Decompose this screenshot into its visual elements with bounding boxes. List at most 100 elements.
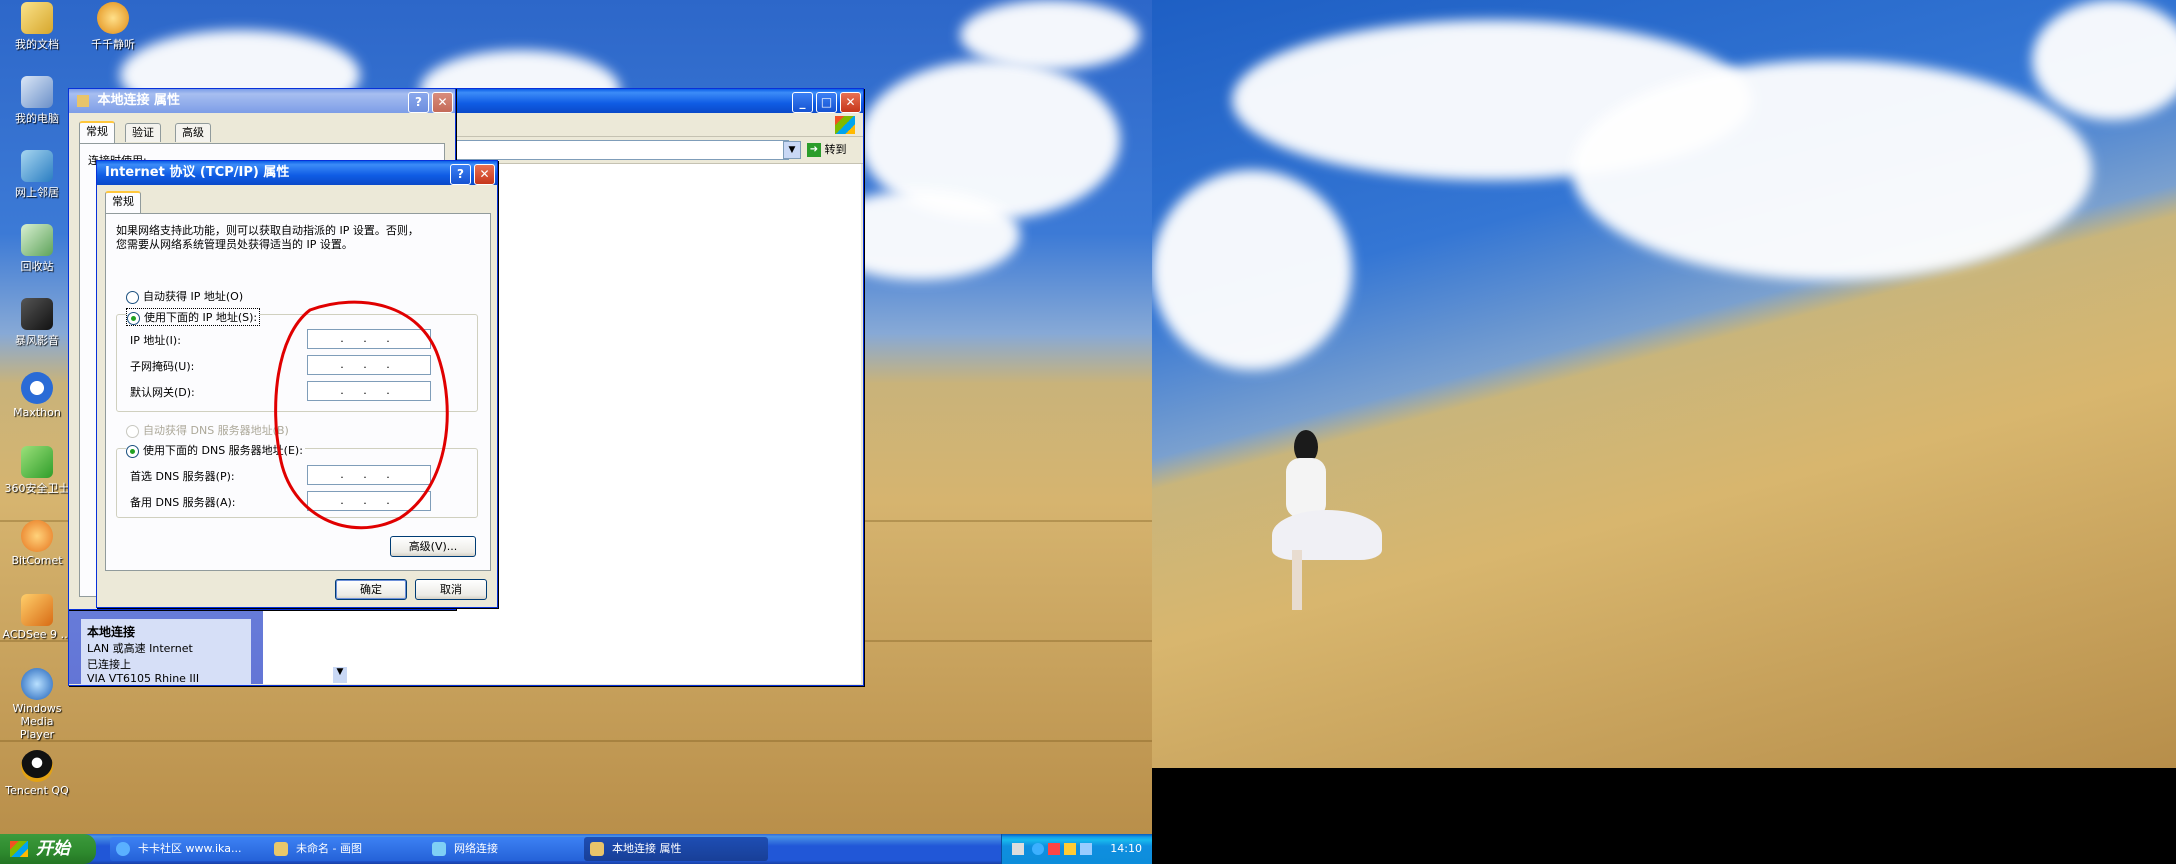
windows-logo-icon [10,841,28,857]
tcpip-title: Internet 协议 (TCP/IP) 属性 [105,165,290,180]
qq-icon [21,750,53,782]
arrow-right-icon: ➜ [807,143,821,157]
desktop-icon-my-computer[interactable]: 我的电脑 [2,76,72,126]
details-section: 本地连接 LAN 或高速 Internet 已连接上 VIA VT6105 Rh… [81,619,251,685]
tab-label: 验证 [132,126,154,139]
ok-button[interactable]: 确定 [335,579,407,600]
auto-dns-label: 自动获得 DNS 服务器地址(B) [143,424,289,437]
clock[interactable]: 14:10 [1110,834,1142,864]
taskbar-item-label: 本地连接 属性 [612,842,682,855]
tab-label: 高级 [182,126,204,139]
help-button[interactable]: ? [450,164,471,185]
desktop-icon-acdsee[interactable]: ACDSee 9 … [2,594,72,641]
details-line: 已连接上 [87,658,131,671]
red-annotation-ellipse [274,300,449,530]
desktop-icon-wmp[interactable]: Windows Media Player [2,668,72,741]
tab-label: 常规 [86,125,108,138]
folder-icon [21,2,53,34]
desktop-icon-label: 我的电脑 [15,112,59,125]
recycle-bin-icon [21,224,53,256]
taskbar: 开始 卡卡社区 www.ika... 未命名 - 画图 网络连接 本地连接 属性… [0,834,1152,864]
network-icon [590,842,604,856]
taskbar-item-label: 网络连接 [454,842,498,855]
image-viewer-icon [21,594,53,626]
auto-ip-radio[interactable]: 自动获得 IP 地址(O) [126,288,243,304]
details-line: LAN 或高速 Internet [87,642,193,655]
ime-icon[interactable] [1032,843,1044,855]
properties-tabs: 常规 验证 高级 [79,121,445,145]
cloud [960,0,1140,70]
cancel-button[interactable]: 取消 [415,579,487,600]
wmp-icon [21,668,53,700]
desktop-icon-my-documents[interactable]: 我的文档 [2,2,72,52]
security-icon[interactable] [1048,843,1060,855]
subnet-mask-label: 子网掩码(U): [130,360,195,373]
manual-ip-radio[interactable]: 使用下面的 IP 地址(S): [126,308,261,326]
desktop-icon-label: 我的文档 [15,38,59,51]
desktop-icon-label: Windows Media Player [12,702,62,741]
computer-icon [21,76,53,108]
cloud [1152,170,1352,370]
second-monitor-wallpaper [1152,0,2176,768]
shield-icon [21,446,53,478]
properties-titlebar[interactable]: 本地连接 属性 ? ✕ [69,89,455,113]
media-player-icon [21,298,53,330]
network-icon [21,150,53,182]
close-button[interactable]: ✕ [432,92,453,113]
close-button[interactable]: ✕ [840,92,861,113]
scroll-down-icon[interactable]: ▼ [333,667,347,683]
download-icon [21,520,53,552]
desktop-icon-qq[interactable]: Tencent QQ [2,750,72,797]
desktop-icon-network[interactable]: 网上邻居 [2,150,72,200]
tab-general[interactable]: 常规 [79,121,115,143]
desktop-icon-label: Tencent QQ [5,784,69,797]
preferred-dns-label: 首选 DNS 服务器(P): [130,470,235,483]
auto-dns-radio[interactable]: 自动获得 DNS 服务器地址(B) [126,422,289,438]
desktop-icon-ttplayer[interactable]: 千千静听 [78,2,148,52]
chevron-down-icon[interactable]: ▼ [783,141,801,159]
start-button[interactable]: 开始 [0,834,96,864]
taskbar-item-paint[interactable]: 未命名 - 画图 [268,837,446,861]
tab-advanced[interactable]: 高级 [175,123,211,142]
alternate-dns-label: 备用 DNS 服务器(A): [130,496,236,509]
desktop-icon-label: Maxthon [13,406,61,419]
browser-icon [116,842,130,856]
radio-selected-icon [127,311,140,325]
browser-icon [21,372,53,404]
manual-ip-label: 使用下面的 IP 地址(S): [144,311,258,324]
music-icon [97,2,129,34]
maximize-button[interactable]: □ [816,92,837,113]
desktop-icon-label: 网上邻居 [15,186,59,199]
goto-button[interactable]: ➜ 转到 [807,140,857,160]
properties-title: 本地连接 属性 [97,93,181,108]
network-tray-icon[interactable] [1064,843,1076,855]
desktop-icon-recycle-bin[interactable]: 回收站 [2,224,72,274]
radio-disabled-icon [126,424,139,438]
network-icon [77,94,89,107]
advanced-button[interactable]: 高级(V)... [390,536,476,557]
tab-authentication[interactable]: 验证 [125,123,161,142]
goto-label: 转到 [824,143,847,156]
volume-icon[interactable] [1080,843,1092,855]
taskbar-item-browser[interactable]: 卡卡社区 www.ika... [110,837,288,861]
taskbar-item-local-connection-properties[interactable]: 本地连接 属性 [584,837,768,861]
desktop-icon-label: ACDSee 9 … [2,628,72,641]
cloud [1572,60,2092,280]
taskbar-item-network-connections[interactable]: 网络连接 [426,837,604,861]
radio-icon [126,290,139,304]
details-line: VIA VT6105 Rhine III [87,672,200,685]
keyboard-icon[interactable] [1012,843,1024,855]
system-tray: 14:10 [1001,834,1152,864]
help-button[interactable]: ? [408,92,429,113]
tcpip-titlebar[interactable]: Internet 协议 (TCP/IP) 属性 ? ✕ [97,161,497,185]
close-button[interactable]: ✕ [474,164,495,185]
desktop-icon-maxthon[interactable]: Maxthon [2,372,72,419]
girl-figure [1272,430,1382,620]
desktop-icon-360[interactable]: 360安全卫士 [2,446,72,496]
desktop-icon-bitcomet[interactable]: BitComet [2,520,72,567]
taskbar-item-label: 卡卡社区 www.ika... [138,842,242,855]
desktop-icon-storm-player[interactable]: 暴风影音 [2,298,72,348]
tab-general[interactable]: 常规 [105,191,141,213]
minimize-button[interactable]: _ [792,92,813,113]
network-icon [432,842,446,856]
